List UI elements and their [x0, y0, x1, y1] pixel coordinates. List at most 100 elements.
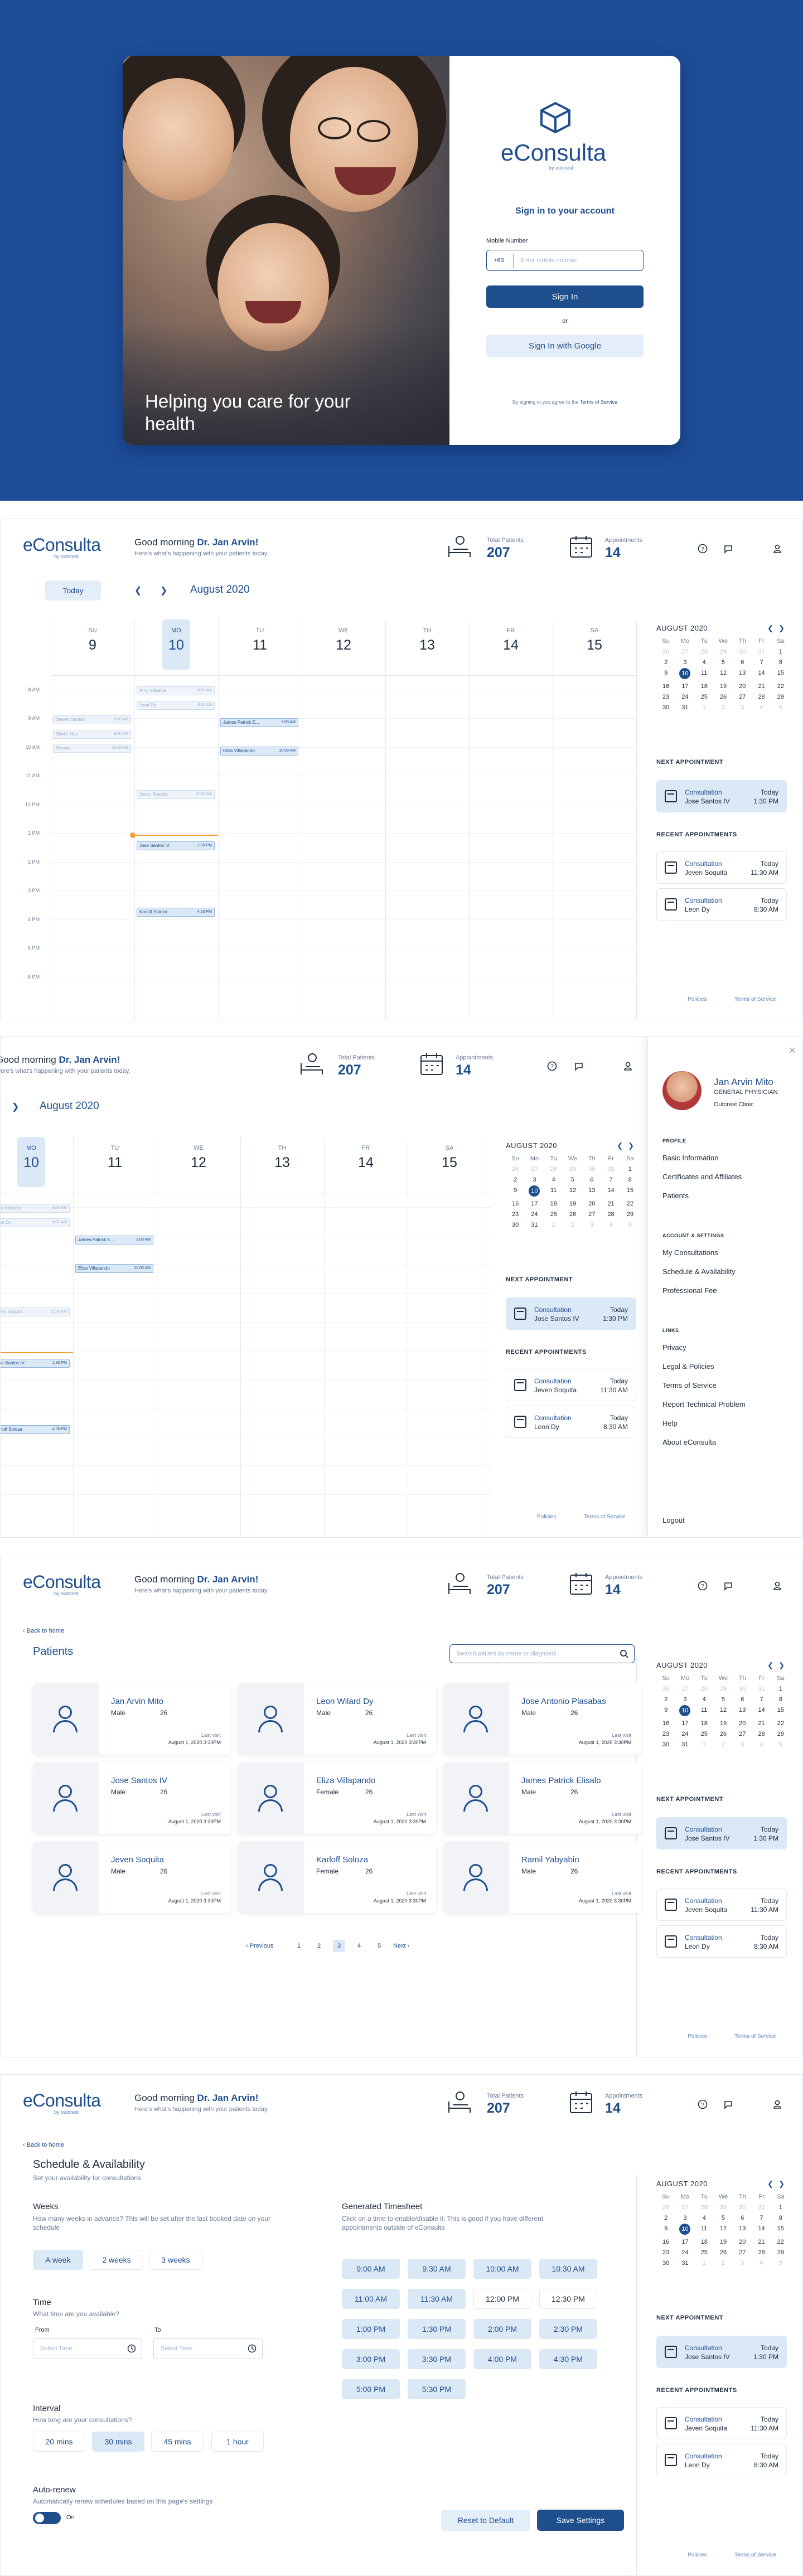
pagination-page[interactable]: 2 [313, 1940, 325, 1952]
recent-appointment-card[interactable]: Consultation Jeven Soquita Today 11:30 AM [506, 1369, 636, 1401]
mini-day[interactable]: 24 [675, 2249, 694, 2256]
mini-day[interactable]: 15 [621, 1187, 640, 1197]
logout-link[interactable]: Logout [662, 1516, 685, 1524]
time-slot[interactable]: 9:00 AM [342, 2259, 400, 2279]
mini-day[interactable]: 17 [675, 683, 694, 690]
mini-day[interactable]: 20 [582, 1200, 601, 1207]
mini-day[interactable]: 9 [656, 2225, 675, 2235]
help-icon[interactable]: ? [547, 1061, 557, 1071]
header-logo[interactable]: eConsulta [23, 535, 101, 555]
mini-day[interactable]: 22 [771, 1720, 790, 1727]
calendar-event[interactable]: James Patrick E... 9:00 AM [220, 718, 298, 727]
clock-icon[interactable] [127, 2344, 136, 2353]
mini-day[interactable]: 19 [714, 1720, 733, 1727]
mini-day[interactable]: 5 [771, 1741, 790, 1748]
mini-day[interactable]: 31 [675, 2260, 694, 2267]
mini-day[interactable]: 5 [714, 659, 733, 666]
interval-option[interactable]: 1 hour [211, 2432, 264, 2452]
mini-day[interactable]: 26 [714, 694, 733, 700]
clock-icon[interactable] [248, 2344, 257, 2353]
to-time-input[interactable]: Select Time [161, 2345, 192, 2352]
mini-day[interactable]: 13 [582, 1187, 601, 1197]
policies-link[interactable]: Policies [688, 996, 707, 1003]
calendar-event[interactable]: Karloff Soloza 4:00 PM [1, 1425, 70, 1434]
calendar-event[interactable]: Jose Santos IV 1:30 PM [137, 841, 215, 851]
patient-card[interactable]: Karloff Soloza Female 26 Last visit Augu… [238, 1842, 436, 1913]
mini-day[interactable]: 31 [752, 648, 771, 655]
mini-day[interactable]: 4 [601, 1222, 620, 1228]
mini-day[interactable]: 2 [656, 1696, 675, 1703]
mini-day[interactable]: 27 [525, 1166, 544, 1173]
mini-day[interactable]: 29 [771, 694, 790, 700]
mini-day[interactable]: 22 [621, 1200, 640, 1207]
close-icon[interactable]: × [789, 1043, 796, 1058]
mini-day[interactable]: 8 [771, 659, 790, 666]
pagination-page[interactable]: 3 [333, 1940, 345, 1952]
mini-day[interactable]: 8 [621, 1176, 640, 1183]
mini-day[interactable]: 28 [752, 2249, 771, 2256]
patient-search-input[interactable]: Search patient by name or diagnosis [457, 1650, 557, 1657]
drawer-item[interactable]: Basic Information [662, 1154, 718, 1162]
drawer-item[interactable]: Patients [662, 1192, 689, 1200]
mini-next-icon[interactable]: ❯ [778, 624, 785, 633]
signin-button[interactable]: Sign In [486, 285, 644, 308]
mini-day[interactable]: 15 [771, 670, 790, 679]
mini-day[interactable]: 23 [656, 694, 675, 700]
mini-day[interactable]: 10 [525, 1185, 544, 1197]
time-slot[interactable]: 1:30 PM [408, 2319, 466, 2339]
day-header-mo[interactable]: MO 10 [17, 1137, 45, 1187]
mini-day[interactable]: 18 [695, 683, 714, 690]
calendar-event[interactable]: Shella May 9:30 AM [53, 729, 131, 739]
mini-day[interactable]: 1 [621, 1166, 640, 1173]
mini-prev-icon[interactable]: ❮ [617, 1141, 623, 1150]
prev-week-icon[interactable]: ❮ [134, 585, 142, 596]
mini-day[interactable]: 2 [714, 1741, 733, 1748]
mini-day[interactable]: 2 [714, 704, 733, 711]
mini-day[interactable]: 6 [733, 659, 752, 666]
day-header-we[interactable]: WE 12 [302, 625, 385, 658]
mini-day[interactable]: 30 [506, 1222, 525, 1228]
mini-day[interactable]: 26 [563, 1211, 582, 1218]
today-button[interactable]: Today [45, 580, 101, 601]
autorenew-toggle[interactable] [33, 2512, 61, 2524]
country-code[interactable]: +63 [494, 257, 504, 264]
mini-day[interactable]: 17 [675, 2239, 694, 2245]
mini-day[interactable]: 6 [733, 2215, 752, 2221]
mini-day[interactable]: 21 [601, 1200, 620, 1207]
mini-day[interactable]: 18 [695, 1720, 714, 1727]
mini-day[interactable]: 4 [695, 659, 714, 666]
mini-day[interactable]: 29 [621, 1211, 640, 1218]
calendar-event[interactable]: Amy Villaalba 8:00 AM [1, 1204, 70, 1213]
mini-day[interactable]: 7 [752, 1696, 771, 1703]
mini-day[interactable]: 26 [714, 2249, 733, 2256]
mini-day[interactable]: 26 [656, 1686, 675, 1692]
mini-day[interactable]: 27 [675, 1686, 694, 1692]
mini-day[interactable]: 22 [771, 683, 790, 690]
mini-day[interactable]: 27 [582, 1211, 601, 1218]
day-header-su[interactable]: SU 9 [51, 625, 134, 658]
mini-next-icon[interactable]: ❯ [628, 1141, 634, 1150]
mini-day[interactable]: 10 [675, 1705, 694, 1716]
mini-day[interactable]: 19 [714, 2239, 733, 2245]
search-icon[interactable] [620, 1649, 628, 1658]
recent-appointment-card[interactable]: Consultation Leon Dy Today 8:30 AM [656, 888, 787, 921]
mini-day[interactable]: 1 [695, 2260, 714, 2267]
mini-day[interactable]: 8 [771, 2215, 790, 2221]
mini-day[interactable]: 24 [675, 1731, 694, 1737]
google-signin-button[interactable]: Sign In with Google [486, 335, 644, 357]
mini-day[interactable]: 3 [675, 659, 694, 666]
day-header-tu[interactable]: TU 11 [73, 1142, 157, 1176]
drawer-item[interactable]: Help [662, 1419, 678, 1427]
calendar-event[interactable]: Leon Dy 8:30 AM [1, 1218, 70, 1228]
mini-day[interactable]: 30 [656, 1741, 675, 1748]
time-slot[interactable]: 11:30 AM [408, 2289, 466, 2309]
time-slot[interactable]: 10:30 AM [539, 2259, 597, 2279]
drawer-item[interactable]: Report Technical Problem [662, 1400, 746, 1408]
calendar-event[interactable]: Eliza Villapando 10:00 AM [220, 747, 298, 756]
mini-day[interactable]: 2 [714, 2260, 733, 2267]
mini-day[interactable]: 16 [506, 1200, 525, 1207]
drawer-item[interactable]: Schedule & Availability [662, 1267, 736, 1276]
mini-prev-icon[interactable]: ❮ [767, 624, 773, 633]
mini-day[interactable]: 4 [752, 704, 771, 711]
mini-day[interactable]: 28 [544, 1166, 563, 1173]
